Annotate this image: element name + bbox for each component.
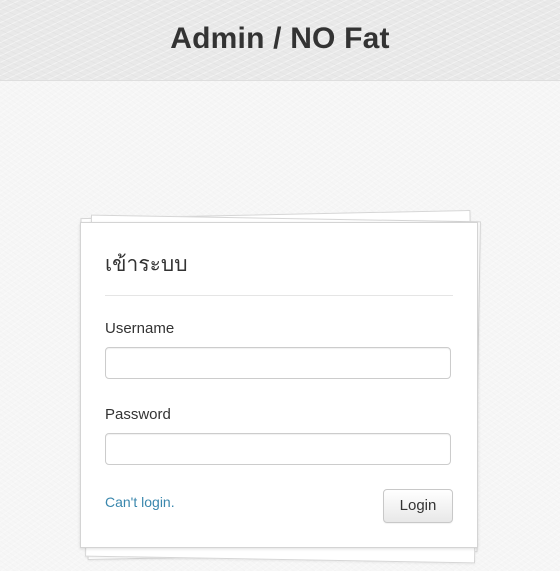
login-card: เข้าระบบ Username Password Can't login. …	[80, 222, 478, 548]
username-input[interactable]	[105, 347, 451, 379]
cant-login-link[interactable]: Can't login.	[105, 493, 175, 511]
card-divider	[105, 295, 453, 296]
app-header: Admin / NO Fat	[0, 0, 560, 81]
password-input[interactable]	[105, 433, 451, 465]
login-card-title: เข้าระบบ	[105, 253, 188, 276]
username-label: Username	[105, 320, 175, 337]
login-button[interactable]: Login	[383, 489, 453, 523]
password-label: Password	[105, 406, 171, 423]
app-title: Admin / NO Fat	[170, 22, 390, 55]
